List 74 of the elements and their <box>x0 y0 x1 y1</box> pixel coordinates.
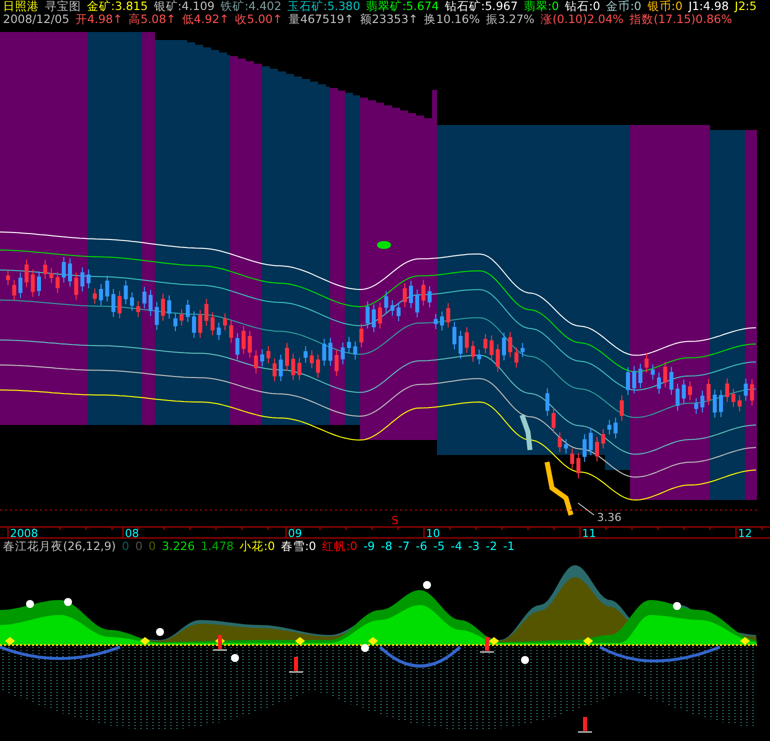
diamond-marker <box>489 637 499 645</box>
indicator-value: 3.226 <box>162 540 195 553</box>
indicator-value: 银币:0 <box>647 0 683 13</box>
indicator-value: 铁矿:4.402 <box>220 0 282 13</box>
price-label: 3.36 <box>597 511 622 524</box>
indicator-value: 1.478 <box>200 540 234 553</box>
indicator-value: 翡翠矿:5.674 <box>366 0 439 13</box>
quote-value: 换10.16% <box>424 13 480 26</box>
axis-label: 10 <box>426 527 440 540</box>
indicator-value: 金矿:3.815 <box>87 0 148 13</box>
indicator-value: 春江花月夜(26,12,9) <box>3 540 116 553</box>
quote-value: 收5.00↑ <box>235 13 282 26</box>
flag-marker <box>578 717 592 732</box>
signal-dot <box>423 581 431 589</box>
indicator-value: 0 <box>122 540 130 553</box>
quote-value: 振3.27% <box>486 13 534 26</box>
indicator-value: J2:5 <box>734 0 757 13</box>
indicator-value: -4 <box>450 540 462 553</box>
diamond-marker <box>295 637 305 645</box>
flag-marker <box>212 635 228 650</box>
indicator-value: -1 <box>503 540 515 553</box>
flag-marker <box>288 657 304 672</box>
quote-value: 涨(0.10)2.04% <box>540 13 624 26</box>
indicator-value: 翡翠:0 <box>524 0 559 13</box>
indicator-value: 寻宝图 <box>45 0 81 13</box>
indicator-value: -6 <box>416 540 428 553</box>
trend-stroke <box>544 462 574 516</box>
signal-dot <box>156 628 164 636</box>
indicator-value: -7 <box>398 540 410 553</box>
signal-dot <box>521 656 529 664</box>
quote-value: 2008/12/05 <box>3 13 70 26</box>
quote-value: 额23353↑ <box>360 13 418 26</box>
trend-stroke <box>520 414 532 450</box>
diamond-marker <box>583 637 593 645</box>
indicator-value: 春雪:0 <box>280 540 316 553</box>
diamond-marker <box>368 637 378 645</box>
axis-label: 08 <box>125 527 139 540</box>
axis-label: 2008 <box>10 527 38 540</box>
signal-marker: S <box>392 514 398 527</box>
diamond-marker <box>5 637 15 645</box>
indicator-value: 银矿:4.109 <box>154 0 215 13</box>
indicator-value: 0 <box>148 540 156 553</box>
indicator-value: 红帆:0 <box>322 540 358 553</box>
signal-dot <box>673 602 681 610</box>
quote-value: 指数(17.15)0.86% <box>630 13 732 26</box>
indicator-value: 小花:0 <box>240 540 275 553</box>
quote-value: 高5.08↑ <box>128 13 176 26</box>
signal-dot <box>361 644 369 652</box>
indicator-value: -9 <box>363 540 375 553</box>
indicator-value: 0 <box>135 540 143 553</box>
signal-dot <box>64 598 72 606</box>
axis-label: 12 <box>738 527 752 540</box>
indicator-value: 玉石矿:5.380 <box>287 0 360 13</box>
indicator-value: -5 <box>433 540 445 553</box>
leader-line <box>578 502 594 516</box>
indicator-value: J1:4.98 <box>688 0 729 13</box>
axis-label: 11 <box>582 527 596 540</box>
indicator-value: -3 <box>468 540 480 553</box>
quote-value: 低4.92↑ <box>182 13 230 26</box>
indicator-value: 金币:0 <box>606 0 642 13</box>
quote-value: 量467519↑ <box>288 13 354 26</box>
indicator-value: 钻石:0 <box>564 0 600 13</box>
diamond-marker <box>140 637 150 645</box>
quote-value: 开4.98↑ <box>75 13 123 26</box>
diamond-marker <box>740 637 750 645</box>
axis-label: 09 <box>288 527 302 540</box>
stock-name: 日照港 <box>3 0 39 13</box>
signal-dot <box>377 241 391 249</box>
flag-marker <box>480 637 494 652</box>
indicator-value: 钻石矿:5.967 <box>444 0 518 13</box>
signal-dot <box>26 600 34 608</box>
indicator-value: -8 <box>380 540 392 553</box>
indicator-value: -2 <box>486 540 498 553</box>
signal-dot <box>231 654 239 662</box>
